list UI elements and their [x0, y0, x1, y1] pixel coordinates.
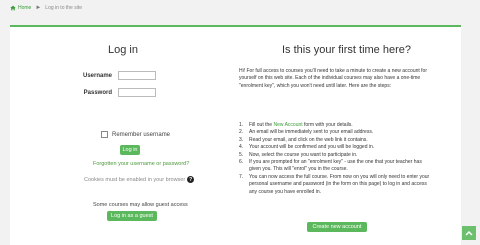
signup-step: 5. Now, select the course you want to pa… [239, 152, 434, 159]
signup-step: 6. If you are prompted for an "enrolment… [239, 159, 434, 174]
signup-step: 2. An email will be immediately sent to … [239, 129, 434, 136]
breadcrumb-home-label[interactable]: Home [18, 5, 31, 11]
signup-title: Is this your first time here? [282, 44, 411, 56]
breadcrumb-separator: ► [35, 5, 42, 11]
step-text: Read your email, and click on the web li… [249, 136, 368, 143]
step-text-before: Fill out the [249, 122, 274, 128]
guest-access-note: Some courses may allow guest access [93, 202, 188, 208]
question-circle-icon[interactable]: ? [187, 176, 195, 183]
step-text: Your account will be confirmed and you w… [249, 144, 375, 151]
username-input[interactable] [118, 71, 156, 80]
step-text: If you are prompted for an "enrolment ke… [249, 159, 422, 173]
remember-username-checkbox[interactable] [101, 131, 108, 138]
password-label: Password [83, 90, 112, 96]
step-number: 5. [239, 151, 244, 158]
new-account-link[interactable]: New Account [273, 122, 302, 128]
step-text: You can now access the full course. From… [249, 173, 430, 195]
login-panel: Log in Username Password Remember userna… [10, 25, 461, 245]
guest-login-button[interactable]: Log in as a guest [107, 211, 157, 221]
step-number: 1. [239, 122, 244, 128]
step-text: Now, select the course you want to parti… [249, 151, 358, 158]
chevron-up-icon [465, 230, 473, 236]
remember-username: Remember username [101, 131, 170, 138]
breadcrumb: Home ► Log in to the site [10, 5, 82, 11]
signup-step: 4. Your account will be confirmed and yo… [239, 144, 434, 151]
step-number: 2. [239, 129, 244, 136]
signup-step: 1. Fill out the New Account form with yo… [239, 122, 434, 129]
login-title: Log in [108, 44, 138, 56]
home-icon [10, 5, 16, 11]
create-account-button[interactable]: Create new account [307, 222, 367, 232]
cookies-note-text: Cookies must be enabled in your browser [84, 176, 186, 183]
signup-steps: 1. Fill out the New Account form with yo… [239, 122, 434, 196]
step-text: Fill out the New Account form with your … [249, 122, 353, 129]
signup-step: 7. You can now access the full course. F… [239, 174, 434, 196]
remember-username-label[interactable]: Remember username [112, 132, 170, 138]
password-input[interactable] [118, 88, 156, 97]
step-number: 7. [239, 173, 244, 180]
scroll-to-top-button[interactable] [462, 226, 476, 240]
step-number: 4. [239, 144, 244, 151]
step-number: 3. [239, 136, 244, 143]
username-label: Username [82, 73, 112, 79]
breadcrumb-current: Log in to the site [45, 5, 82, 11]
signup-intro: Hi! For full access to courses you'll ne… [239, 68, 427, 89]
step-text-after: form with your details. [302, 122, 353, 128]
cookies-note: Cookies must be enabled in your browser … [84, 176, 195, 183]
login-button[interactable]: Log in [120, 145, 140, 155]
breadcrumb-home-link[interactable]: Home [10, 5, 31, 11]
step-number: 6. [239, 159, 244, 166]
forgot-password-link[interactable]: Forgotten your username or password? [93, 161, 189, 167]
step-text: An email will be immediately sent to you… [249, 129, 374, 136]
signup-step: 3. Read your email, and click on the web… [239, 137, 434, 144]
